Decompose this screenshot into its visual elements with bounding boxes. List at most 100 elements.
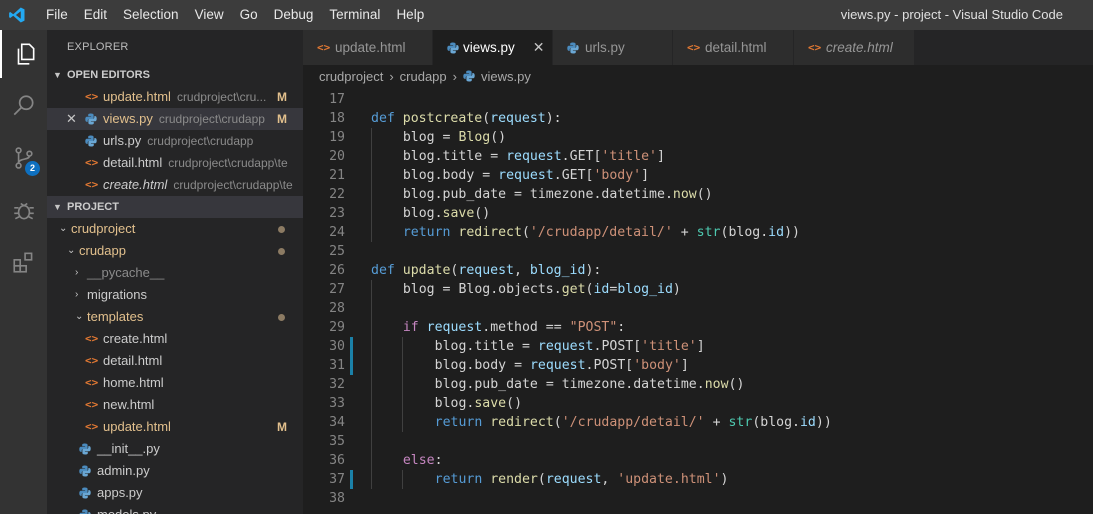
code-line[interactable]: 38 (303, 489, 1093, 508)
files-icon (17, 43, 34, 65)
tab-detail-html[interactable]: <> detail.html (673, 30, 794, 65)
tree-file[interactable]: <> detail.html (47, 350, 303, 372)
tab-views-py[interactable]: views.py ✕ (433, 30, 553, 65)
tree-file[interactable]: <> update.html M (47, 416, 303, 438)
code-line[interactable]: 23 blog.save() (303, 204, 1093, 223)
search-button[interactable] (0, 82, 47, 130)
modified-dot (278, 225, 285, 233)
tree-file[interactable]: __init__.py (47, 438, 303, 460)
menu-bar: File Edit Selection View Go Debug Termin… (38, 0, 432, 30)
menu-edit[interactable]: Edit (76, 0, 115, 30)
tree-item-label: crudapp (79, 243, 126, 258)
open-editor-path: crudproject\crudapp\te... (173, 178, 294, 192)
open-editor-item[interactable]: <> update.html crudproject\cru... M (47, 86, 303, 108)
close-icon[interactable]: ✕ (533, 39, 545, 56)
source-control-button[interactable]: 2 (0, 134, 47, 182)
menu-help[interactable]: Help (388, 0, 432, 30)
close-icon[interactable]: ✕ (66, 108, 77, 130)
python-file-icon (463, 70, 477, 82)
menu-view[interactable]: View (187, 0, 232, 30)
modified-badge: M (277, 420, 287, 434)
open-editor-path: crudproject\cru... (176, 90, 267, 104)
open-editor-path: crudproject\crudapp (147, 134, 254, 148)
code-text: return redirect('/crudapp/detail/' + str… (402, 225, 800, 240)
line-number: 31 (329, 358, 345, 373)
project-header[interactable]: ▼ PROJECT (47, 196, 303, 218)
html-file-icon: <> (85, 376, 99, 389)
chevron-down-icon: ⌄ (67, 245, 76, 256)
menu-terminal[interactable]: Terminal (321, 0, 388, 30)
indent-guide (402, 337, 403, 432)
tab-label: urls.py (585, 40, 625, 55)
tree-folder-crudapp[interactable]: ⌄ crudapp (47, 240, 303, 262)
explorer-button[interactable] (0, 30, 47, 78)
explorer-sidebar: EXPLORER ▼ OPEN EDITORS <> update.html c… (47, 30, 303, 514)
open-editor-path: crudproject\crudapp\te... (168, 156, 289, 170)
code-line[interactable]: 31 blog.body = request.POST['body'] (303, 356, 1093, 375)
code-editor[interactable]: 17 18 def postcreate(request): 19 blog = Bl… (303, 87, 1093, 514)
tab-urls-py[interactable]: urls.py (553, 30, 673, 65)
code-line[interactable]: 32 blog.pub_date = timezone.datetime.now… (303, 375, 1093, 394)
tab-update-html[interactable]: <> update.html (303, 30, 433, 65)
python-file-icon (79, 465, 93, 477)
breadcrumb-item[interactable]: crudapp (400, 69, 447, 84)
code-line[interactable]: 19 blog = Blog() (303, 128, 1093, 147)
open-editor-name: detail.html (103, 155, 163, 170)
open-editor-item[interactable]: <> detail.html crudproject\crudapp\te... (47, 152, 303, 174)
code-line[interactable]: 26 def update(request, blog_id): (303, 261, 1093, 280)
tab-create-html[interactable]: <> create.html (794, 30, 915, 65)
code-line[interactable]: 36 else: (303, 451, 1093, 470)
chevron-down-icon: ⌄ (75, 311, 84, 322)
code-line[interactable]: 34 return redirect('/crudapp/detail/' + … (303, 413, 1093, 432)
menu-selection[interactable]: Selection (115, 0, 187, 30)
code-line[interactable]: 30 blog.title = request.POST['title'] (303, 337, 1093, 356)
python-file-icon (79, 443, 93, 455)
tree-folder-migrations[interactable]: › migrations (47, 284, 303, 306)
breadcrumb-item[interactable]: crudproject (319, 69, 383, 84)
code-line[interactable]: 20 blog.title = request.GET['title'] (303, 147, 1093, 166)
extensions-button[interactable] (0, 238, 47, 286)
menu-go[interactable]: Go (232, 0, 266, 30)
breadcrumb-item[interactable]: views.py (481, 69, 531, 84)
tree-file[interactable]: <> create.html (47, 328, 303, 350)
tree-folder-pycache[interactable]: › __pycache__ (47, 262, 303, 284)
code-text: blog = Blog() (402, 130, 507, 145)
tree-item-label: home.html (103, 375, 164, 390)
tree-item-label: apps.py (97, 485, 143, 500)
tree-folder-templates[interactable]: ⌄ templates (47, 306, 303, 328)
open-editor-item[interactable]: <> create.html crudproject\crudapp\te... (47, 174, 303, 196)
code-line[interactable]: 28 (303, 299, 1093, 318)
tree-folder-crudproject[interactable]: ⌄ crudproject (47, 218, 303, 240)
code-line[interactable]: 33 blog.save() (303, 394, 1093, 413)
tree-file[interactable]: apps.py (47, 482, 303, 504)
debug-button[interactable] (0, 186, 47, 234)
code-text: blog = Blog.objects.get(id=blog_id) (402, 282, 681, 297)
gutter-modified-marker (350, 470, 353, 489)
project-label: PROJECT (67, 201, 119, 213)
open-editor-item[interactable]: urls.py crudproject\crudapp (47, 130, 303, 152)
open-editors-header[interactable]: ▼ OPEN EDITORS (47, 64, 303, 86)
tree-file[interactable]: <> new.html (47, 394, 303, 416)
code-line[interactable]: 24 return redirect('/crudapp/detail/' + … (303, 223, 1093, 242)
menu-file[interactable]: File (38, 0, 76, 30)
open-editor-name: views.py (103, 111, 153, 126)
code-line[interactable]: 18 def postcreate(request): (303, 109, 1093, 128)
tree-file[interactable]: models.py (47, 504, 303, 514)
line-number: 26 (329, 263, 345, 278)
code-line[interactable]: 27 blog = Blog.objects.get(id=blog_id) (303, 280, 1093, 299)
code-line[interactable]: 29 if request.method == "POST": (303, 318, 1093, 337)
window-title: views.py - project - Visual Studio Code (840, 7, 1063, 22)
tree-file[interactable]: admin.py (47, 460, 303, 482)
tree-item-label: crudproject (71, 221, 136, 236)
code-line[interactable]: 37 return render(request, 'update.html') (303, 470, 1093, 489)
code-line[interactable]: 22 blog.pub_date = timezone.datetime.now… (303, 185, 1093, 204)
tree-file[interactable]: <> home.html (47, 372, 303, 394)
code-line[interactable]: 21 blog.body = request.GET['body'] (303, 166, 1093, 185)
open-editor-item[interactable]: ✕ views.py crudproject\crudapp M (47, 108, 303, 130)
code-line[interactable]: 35 (303, 432, 1093, 451)
tree-item-label: templates (87, 309, 144, 324)
code-line[interactable]: 25 (303, 242, 1093, 261)
chevron-right-icon: › (389, 68, 394, 84)
menu-debug[interactable]: Debug (266, 0, 322, 30)
code-line[interactable]: 17 (303, 90, 1093, 109)
